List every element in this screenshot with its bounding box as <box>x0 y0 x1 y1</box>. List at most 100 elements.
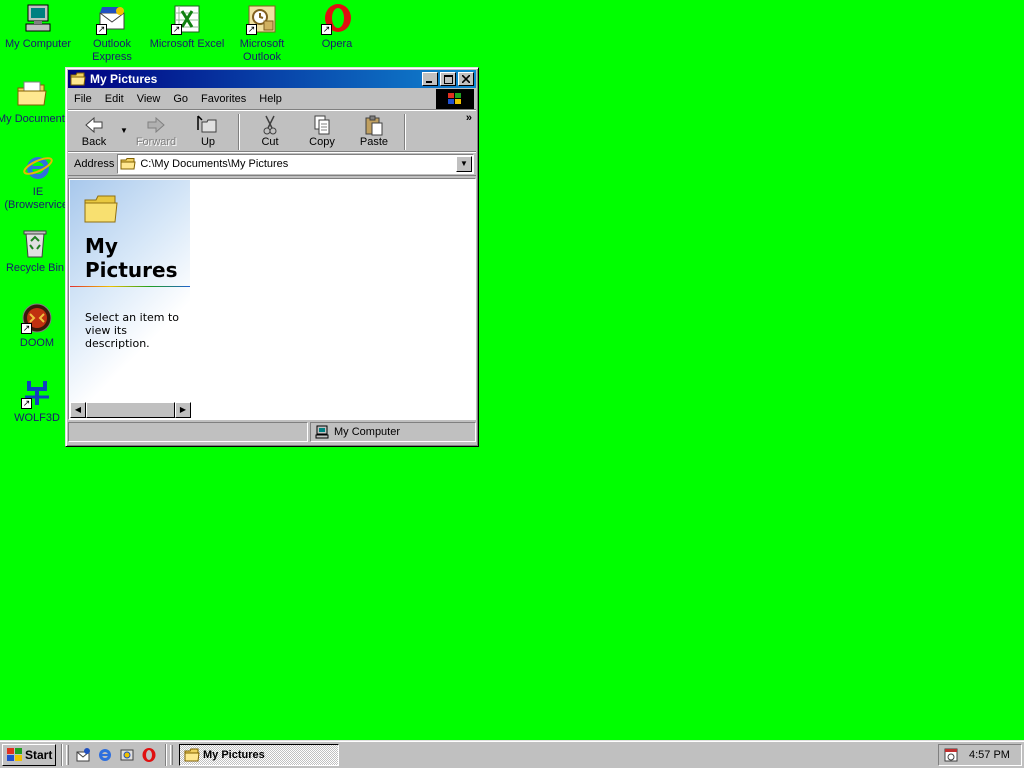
wolf3d-icon: ↗ <box>21 377 53 409</box>
address-input[interactable]: C:\My Documents\My Pictures ▼ <box>117 154 474 174</box>
quicklaunch-grip[interactable] <box>66 744 69 765</box>
scheduler-icon[interactable] <box>943 747 959 763</box>
desktop-icon-outlook-express[interactable]: ↗ Outlook Express <box>74 3 150 64</box>
close-button[interactable] <box>458 72 474 86</box>
toolbar-separator <box>404 114 406 150</box>
taskbar: Start My Pictures 4:57 PM <box>0 740 1024 768</box>
up-folder-icon <box>197 115 217 133</box>
forward-button[interactable]: Forward <box>130 114 182 150</box>
panel-title: My Pictures <box>85 234 178 282</box>
desktop-icon-label: Recycle Bin <box>5 262 65 274</box>
my-computer-icon <box>22 3 54 35</box>
task-button-my-pictures[interactable]: My Pictures <box>179 743 339 766</box>
channels-icon <box>120 749 134 760</box>
status-bar: My Computer <box>68 422 476 442</box>
back-button[interactable]: Back <box>68 114 120 150</box>
folder-icon <box>84 195 118 223</box>
scroll-left-button[interactable]: ◀ <box>70 402 86 418</box>
menu-help[interactable]: Help <box>259 93 282 105</box>
start-label: Start <box>25 747 53 762</box>
recycle-bin-icon <box>19 227 51 259</box>
address-dropdown-button[interactable]: ▼ <box>456 156 472 172</box>
up-label: Up <box>200 136 216 148</box>
minimize-button[interactable] <box>422 72 438 86</box>
standard-toolbar: Back ▼ Forward Up Cut Copy Paste » <box>68 110 476 152</box>
desktop-icon-my-computer[interactable]: My Computer <box>0 3 76 51</box>
horizontal-scrollbar[interactable]: ◀ ▶ <box>70 402 191 418</box>
cut-label: Cut <box>261 136 279 148</box>
quicklaunch-internet-explorer[interactable] <box>94 744 116 766</box>
taskbar-separator <box>165 743 167 766</box>
forward-arrow-icon <box>147 116 165 134</box>
explorer-window[interactable]: My Pictures File Edit View Go Favorites … <box>65 67 479 447</box>
internet-explorer-icon <box>22 151 54 183</box>
desktop-icon-doom[interactable]: ↗ DOOM <box>0 302 75 350</box>
quicklaunch-outlook-express[interactable] <box>72 744 94 766</box>
paste-button[interactable]: Paste <box>348 114 400 150</box>
back-label: Back <box>81 136 107 148</box>
desktop-icon-outlook[interactable]: ↗ Microsoft Outlook <box>224 3 300 64</box>
windows-logo-icon <box>7 747 22 761</box>
folder-icon <box>70 72 86 86</box>
my-computer-icon <box>315 425 329 439</box>
toolbar-more-chevron-icon[interactable]: » <box>466 112 472 124</box>
desktop-icon-recycle-bin[interactable]: Recycle Bin <box>0 227 72 275</box>
quicklaunch-opera[interactable] <box>138 744 160 766</box>
status-zone-label: My Computer <box>334 426 401 438</box>
maximize-button[interactable] <box>440 72 456 86</box>
scroll-thumb[interactable] <box>86 402 175 418</box>
desktop-icon-my-documents[interactable]: My Documents <box>0 78 67 126</box>
status-pane-left <box>68 422 308 442</box>
windows-logo-icon <box>436 89 474 109</box>
window-title: My Pictures <box>90 72 158 86</box>
up-button[interactable]: Up <box>182 114 234 150</box>
copy-label: Copy <box>309 136 335 148</box>
desktop-icon-label: Outlook Express <box>92 38 132 63</box>
folder-view[interactable]: My Pictures Select an item to view its d… <box>68 178 476 420</box>
taskbar-separator <box>61 743 63 766</box>
folder-icon <box>184 748 200 761</box>
menu-bar: File Edit View Go Favorites Help <box>68 88 476 110</box>
menu-go[interactable]: Go <box>173 93 188 105</box>
desktop-icon-label: DOOM <box>19 337 55 349</box>
close-icon <box>462 75 470 83</box>
opera-icon <box>142 747 156 762</box>
menu-view[interactable]: View <box>137 93 161 105</box>
cut-button[interactable]: Cut <box>244 114 296 150</box>
back-dropdown-icon[interactable]: ▼ <box>120 114 130 135</box>
menu-favorites[interactable]: Favorites <box>201 93 246 105</box>
excel-icon: ↗ <box>171 3 203 35</box>
toolbar-separator <box>238 114 240 150</box>
outlook-express-icon <box>76 747 90 761</box>
menu-edit[interactable]: Edit <box>105 93 124 105</box>
maximize-icon <box>443 74 453 84</box>
menu-file[interactable]: File <box>74 93 92 105</box>
doom-icon: ↗ <box>21 302 53 334</box>
window-titlebar[interactable]: My Pictures <box>68 70 476 88</box>
quicklaunch-channels[interactable] <box>116 744 138 766</box>
copy-button[interactable]: Copy <box>296 114 348 150</box>
desktop-icon-opera[interactable]: ↗ Opera <box>299 3 375 51</box>
address-value: C:\My Documents\My Pictures <box>140 158 289 170</box>
outlook-express-icon: ↗ <box>96 3 128 35</box>
system-tray: 4:57 PM <box>938 744 1022 766</box>
status-pane-zone: My Computer <box>310 422 476 442</box>
back-arrow-icon <box>85 116 103 134</box>
minimize-icon <box>426 81 432 83</box>
clock[interactable]: 4:57 PM <box>969 749 1010 761</box>
address-bar: Address C:\My Documents\My Pictures ▼ <box>68 152 476 176</box>
desktop-icon-label: Opera <box>321 38 353 50</box>
internet-explorer-icon <box>99 748 111 761</box>
paste-icon <box>365 115 383 136</box>
desktop-icon-excel[interactable]: ↗ Microsoft Excel <box>149 3 225 51</box>
web-view-panel: My Pictures Select an item to view its d… <box>70 180 190 406</box>
task-button-label: My Pictures <box>203 748 265 761</box>
desktop-icon-wolf3d[interactable]: ↗ WOLF3D <box>0 377 75 425</box>
panel-description: Select an item to view its description. <box>85 311 180 350</box>
scroll-right-button[interactable]: ▶ <box>175 402 191 418</box>
tasklist-grip[interactable] <box>170 744 173 765</box>
forward-label: Forward <box>135 136 177 148</box>
copy-icon <box>314 115 330 135</box>
start-button[interactable]: Start <box>2 743 56 766</box>
desktop-icon-label: Microsoft Outlook <box>239 38 285 63</box>
